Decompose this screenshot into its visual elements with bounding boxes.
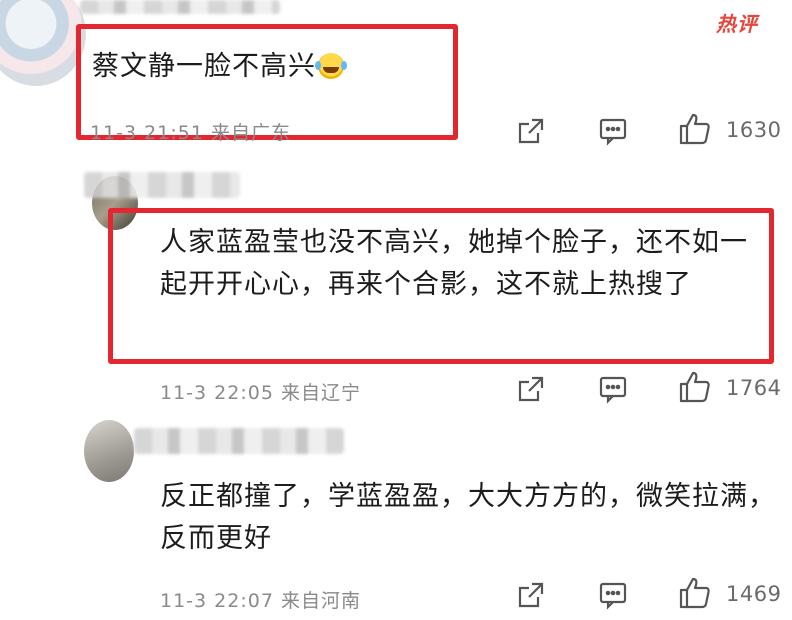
comment-icon[interactable]: [598, 116, 628, 146]
comment-meta: 11-3 21:51 来自广东: [90, 118, 291, 145]
thumbs-up-icon[interactable]: [678, 576, 712, 610]
username-blurred[interactable]: [80, 0, 280, 14]
avatar[interactable]: [84, 420, 134, 482]
comment-time: 11-3 22:07: [160, 590, 274, 612]
comment-location: 来自辽宁: [280, 382, 361, 404]
share-icon[interactable]: [516, 580, 546, 610]
comment-icon[interactable]: [598, 374, 628, 404]
thumbs-up-icon[interactable]: [678, 370, 712, 404]
like-count: 1764: [726, 376, 782, 400]
laughing-crying-emoji-icon: [315, 53, 344, 79]
comment-location: 来自广东: [210, 122, 291, 144]
comment-meta: 11-3 22:05 来自辽宁: [160, 378, 361, 405]
comment-time: 11-3 21:51: [90, 122, 204, 144]
share-icon[interactable]: [516, 374, 546, 404]
username-blurred[interactable]: [84, 172, 240, 198]
share-icon[interactable]: [516, 116, 546, 146]
thumbs-up-icon[interactable]: [678, 112, 712, 146]
like-count: 1469: [726, 582, 782, 606]
share-icon-graphic: [518, 582, 544, 608]
like-count: 1630: [726, 118, 782, 142]
comment-text: 人家蓝盈莹也没不高兴，她掉个脸子，还不如一起开开心心，再来个合影，这不就上热搜了: [160, 227, 748, 300]
comment-time: 11-3 22:05: [160, 382, 274, 404]
comment-text-content: 蔡文静一脸不高兴: [92, 51, 316, 82]
comment-icon[interactable]: [598, 580, 628, 610]
comment-meta: 11-3 22:07 来自河南: [160, 586, 361, 613]
avatar[interactable]: [0, 0, 86, 86]
comment-text: 反正都撞了，学蓝盈盈，大大方方的，微笑拉满，反而更好: [160, 481, 776, 554]
share-icon-graphic: [518, 118, 544, 144]
comment-location: 来自河南: [280, 590, 361, 612]
hot-comment-badge: 热评: [716, 12, 758, 36]
username-blurred[interactable]: [134, 428, 344, 454]
comment-text: 蔡文静一脸不高兴: [92, 46, 344, 88]
share-icon-graphic: [518, 376, 544, 402]
